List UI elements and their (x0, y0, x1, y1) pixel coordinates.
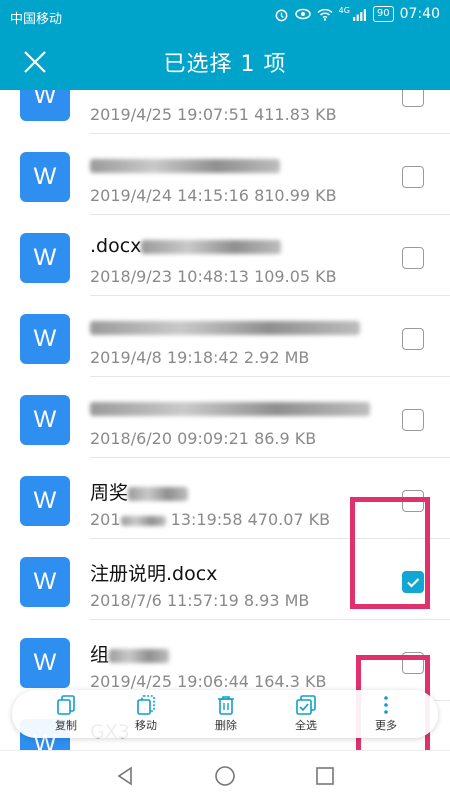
wifi-icon (317, 8, 333, 21)
selection-header: 已选择 1 项 (0, 32, 450, 90)
move-label: 移动 (135, 719, 157, 732)
more-label: 更多 (375, 719, 397, 732)
file-row[interactable]: W 2018/6/20 09:09:21 86.9 KB (0, 377, 450, 458)
delete-label: 删除 (215, 719, 237, 732)
copy-label: 复制 (55, 719, 77, 732)
file-meta-text: 2019/4/25 19:07:51 411.83 KB (90, 105, 337, 124)
checkbox[interactable] (402, 166, 424, 188)
file-meta: 2018/6/20 09:09:21 86.9 KB (90, 429, 316, 448)
file-meta-text: 2019/4/24 14:15:16 810.99 KB (90, 186, 337, 205)
move-icon (137, 695, 155, 715)
checkbox[interactable] (402, 409, 424, 431)
file-meta-text: 2018/9/23 10:48:13 109.05 KB (90, 267, 337, 286)
status-bar: 中国移动 4G 90 07:40 (0, 0, 450, 32)
eye-icon (294, 8, 311, 20)
more-button[interactable]: 更多 (358, 694, 414, 736)
clock: 07:40 (399, 6, 440, 22)
file-meta: 2019/4/25 19:06:44 164.3 KB (90, 672, 326, 691)
home-icon[interactable] (213, 764, 237, 788)
move-button[interactable]: 移动 (118, 694, 174, 736)
file-meta: 2019/4/25 19:07:51 411.83 KB (90, 105, 337, 124)
redacted-text (90, 401, 370, 416)
redacted-text (120, 515, 166, 526)
checkbox[interactable] (402, 328, 424, 350)
action-toolbar: 复制 移动 删除 全选 更多 (12, 690, 438, 738)
file-name: 周奖 (90, 478, 189, 505)
copy-icon (57, 695, 75, 715)
alarm-icon (275, 9, 288, 21)
word-file-icon: W (20, 395, 70, 445)
file-name (90, 397, 370, 419)
word-file-icon: W (20, 233, 70, 283)
file-meta-text: 2019/4/8 19:18:42 2.92 MB (90, 348, 310, 367)
file-name: .docx (90, 235, 282, 257)
word-file-icon: W (20, 476, 70, 526)
back-icon[interactable] (113, 764, 137, 788)
file-name: 注册说明.docx (90, 559, 217, 586)
word-file-icon: W (20, 638, 70, 688)
select-all-button[interactable]: 全选 (278, 694, 334, 736)
battery-indicator: 90 (372, 6, 394, 22)
file-name (90, 316, 360, 338)
file-row[interactable]: W 2019/4/25 19:07:51 411.83 KB (0, 90, 450, 134)
status-icons: 4G 90 07:40 (274, 6, 440, 22)
file-name-text: 注册说明.docx (90, 563, 218, 585)
redacted-text (90, 320, 360, 335)
file-meta-prefix: 201 (90, 510, 121, 529)
select-all-icon (296, 695, 316, 715)
file-meta-text: 2018/7/6 11:57:19 8.93 MB (90, 591, 310, 610)
select-all-label: 全选 (295, 719, 317, 732)
file-list[interactable]: W 2019/4/25 19:07:51 411.83 KB W 2019/4/24 … (0, 90, 450, 750)
file-meta-text: 2019/4/25 19:06:44 164.3 KB (90, 672, 327, 691)
file-row[interactable]: W 2019/4/8 19:18:42 2.92 MB (0, 296, 450, 377)
file-meta: 201 13:19:58 470.07 KB (90, 510, 330, 529)
file-meta-text: 2018/6/20 09:09:21 86.9 KB (90, 429, 317, 448)
file-row[interactable]: W .docx 2018/9/23 10:48:13 109.05 KB (0, 215, 450, 296)
file-row[interactable]: W 2019/4/24 14:15:16 810.99 KB (0, 134, 450, 215)
carrier-label: 中国移动 (10, 12, 63, 27)
checkbox-highlight-annotation (350, 497, 430, 609)
file-name (90, 154, 280, 176)
file-name-text: .docx (90, 235, 142, 257)
recents-icon[interactable] (313, 764, 337, 788)
file-meta: 2019/4/24 14:15:16 810.99 KB (90, 186, 337, 205)
page-title: 已选择 1 项 (163, 52, 287, 77)
word-file-icon: W (20, 90, 70, 121)
file-meta: 2018/9/23 10:48:13 109.05 KB (90, 267, 337, 286)
trash-icon (218, 696, 234, 715)
copy-button[interactable]: 复制 (38, 694, 94, 736)
word-file-icon: W (20, 314, 70, 364)
redacted-text (109, 648, 170, 663)
file-name: 组 (90, 640, 170, 667)
checkbox[interactable] (402, 90, 424, 107)
file-name-text: 周奖 (90, 482, 129, 504)
system-nav-bar (0, 750, 450, 801)
signal-icon (352, 8, 366, 21)
word-file-icon: W (20, 557, 70, 607)
file-meta-text: 13:19:58 470.07 KB (170, 510, 331, 529)
delete-button[interactable]: 删除 (198, 694, 254, 736)
redacted-text (128, 486, 189, 501)
network-type-label: 4G (338, 5, 350, 15)
file-meta: 2018/7/6 11:57:19 8.93 MB (90, 591, 309, 610)
file-name-text: 组 (90, 644, 110, 666)
redacted-text (141, 239, 282, 254)
file-meta: 2019/4/8 19:18:42 2.92 MB (90, 348, 309, 367)
redacted-text (90, 158, 280, 173)
word-file-icon: W (20, 152, 70, 202)
checkbox[interactable] (402, 247, 424, 269)
more-icon (384, 696, 388, 714)
